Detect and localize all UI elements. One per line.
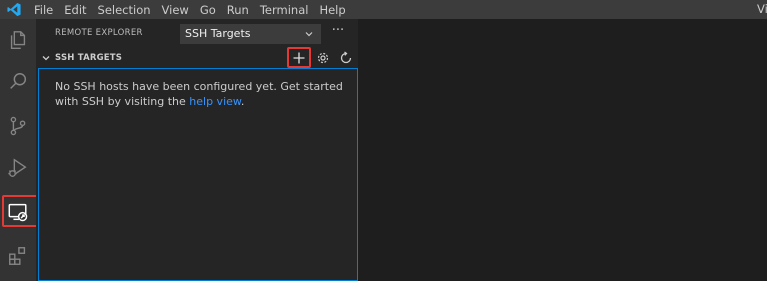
remote-explorer-sidebar: REMOTE EXPLORER SSH Targets ··· SSH TARG…: [36, 19, 358, 281]
remote-type-select-value: SSH Targets: [185, 27, 251, 40]
activity-source-control[interactable]: [0, 105, 36, 147]
refresh-button[interactable]: [335, 47, 357, 69]
menu-edit[interactable]: Edit: [64, 3, 86, 17]
explorer-icon: [10, 31, 26, 49]
empty-state-message: No SSH hosts have been configured yet. G…: [55, 79, 345, 109]
remote-explorer-highlight: [2, 195, 38, 227]
chevron-down-icon: [42, 56, 50, 61]
help-view-link[interactable]: help view: [189, 95, 241, 108]
activity-run-debug[interactable]: [0, 147, 36, 189]
more-actions-button[interactable]: ···: [330, 24, 346, 42]
refresh-icon: [340, 51, 352, 64]
ssh-targets-panel: No SSH hosts have been configured yet. G…: [38, 68, 358, 281]
remote-type-select[interactable]: SSH Targets: [180, 24, 321, 44]
editor-area[interactable]: [358, 19, 767, 281]
menu-file[interactable]: File: [34, 3, 53, 17]
extensions-icon: [9, 247, 26, 265]
add-button-highlight: [287, 47, 311, 68]
chevron-down-icon: [305, 32, 313, 37]
run-debug-icon: [8, 158, 27, 177]
menu-bar: File Edit Selection View Go Run Terminal…: [34, 0, 357, 19]
empty-state-end: .: [240, 95, 245, 108]
activity-bar: [0, 19, 38, 281]
search-icon: [10, 73, 27, 89]
activity-extensions[interactable]: [0, 235, 36, 277]
section-title: SSH TARGETS: [55, 53, 123, 63]
window-title: Vi: [757, 2, 767, 16]
activity-search[interactable]: [0, 61, 36, 103]
menu-go[interactable]: Go: [200, 3, 216, 17]
activity-explorer[interactable]: [0, 19, 36, 61]
title-bar: File Edit Selection View Go Run Terminal…: [0, 0, 767, 19]
menu-selection[interactable]: Selection: [98, 3, 151, 17]
menu-terminal[interactable]: Terminal: [260, 3, 309, 17]
menu-run[interactable]: Run: [227, 3, 249, 17]
configure-button[interactable]: [312, 47, 334, 69]
sidebar-title: REMOTE EXPLORER: [55, 28, 143, 38]
gear-icon: [317, 52, 329, 64]
source-control-icon: [10, 116, 26, 136]
menu-help[interactable]: Help: [319, 3, 345, 17]
vscode-logo-icon[interactable]: [6, 2, 22, 17]
sidebar-header: REMOTE EXPLORER SSH Targets ···: [36, 19, 358, 49]
menu-view[interactable]: View: [162, 3, 189, 17]
